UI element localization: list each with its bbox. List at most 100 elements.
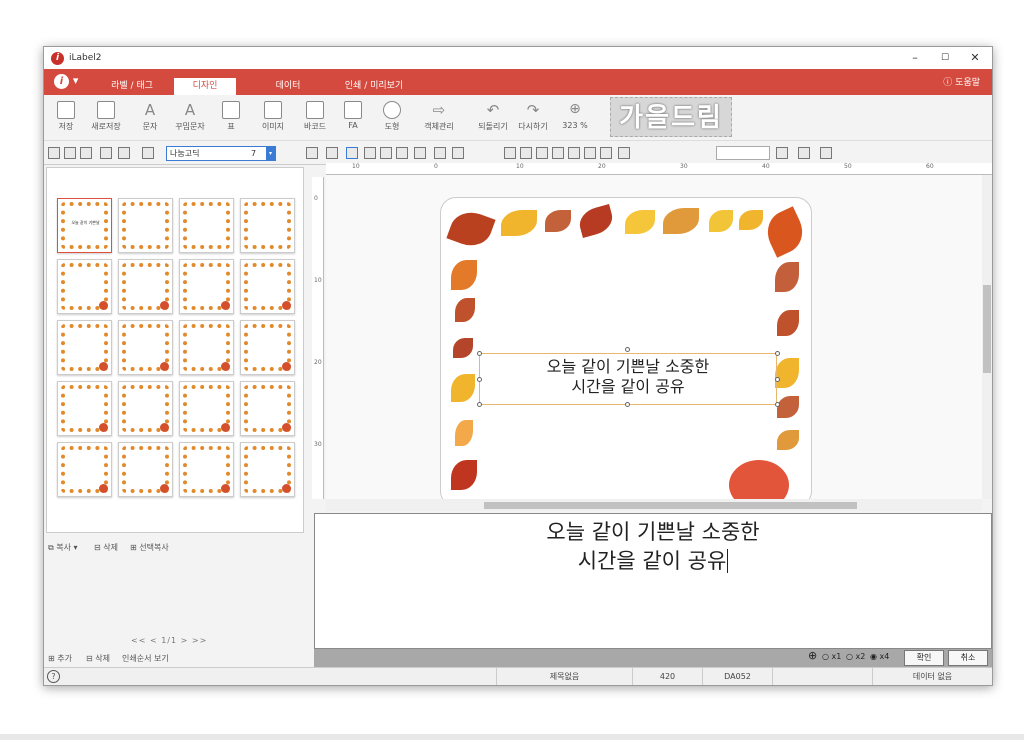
- scroll-thumb[interactable]: [983, 285, 991, 373]
- save-button[interactable]: 저장: [54, 101, 78, 132]
- clip-icon[interactable]: [80, 147, 92, 159]
- align-icon[interactable]: [142, 147, 154, 159]
- template-thumbnail[interactable]: [118, 442, 173, 497]
- pattern-icon[interactable]: [820, 147, 832, 159]
- resize-handle[interactable]: [477, 377, 482, 382]
- save-as-button[interactable]: 새로저장: [88, 101, 124, 132]
- color-select[interactable]: [716, 146, 770, 160]
- maximize-button[interactable]: ☐: [930, 47, 960, 69]
- template-thumbnail[interactable]: [57, 442, 112, 497]
- resize-handle[interactable]: [477, 351, 482, 356]
- close-button[interactable]: ✕: [960, 47, 990, 69]
- template-thumbnail[interactable]: [240, 259, 295, 314]
- tab-data[interactable]: 데이터: [268, 78, 308, 95]
- template-thumbnail[interactable]: [118, 259, 173, 314]
- italic-icon[interactable]: [364, 147, 376, 159]
- template-thumbnail[interactable]: [240, 381, 295, 436]
- resize-handle[interactable]: [775, 402, 780, 407]
- print-order-button[interactable]: 인쇄순서 보기: [122, 653, 169, 664]
- resize-handle[interactable]: [775, 377, 780, 382]
- pager[interactable]: << < 1/1 > >>: [131, 636, 207, 645]
- template-thumbnail[interactable]: [118, 381, 173, 436]
- underline-icon[interactable]: [380, 147, 392, 159]
- undo-button[interactable]: ↶ 되돌리기: [474, 101, 512, 132]
- barcode-button[interactable]: 바코드: [300, 101, 330, 132]
- tab-print-preview[interactable]: 인쇄 / 미리보기: [334, 78, 414, 95]
- font-style-icon[interactable]: [346, 147, 358, 159]
- copy-style-icon[interactable]: [118, 147, 130, 159]
- object-manage-button[interactable]: ⇨ 객체관리: [420, 101, 458, 132]
- ok-button[interactable]: 확인: [904, 650, 944, 666]
- more-icon[interactable]: [618, 147, 630, 159]
- label-page[interactable]: 오늘 같이 기쁜날 소중한 시간을 같이 공유: [440, 197, 812, 499]
- template-thumbnail[interactable]: [57, 259, 112, 314]
- border-icon[interactable]: [504, 147, 516, 159]
- arrange-icon[interactable]: [600, 147, 612, 159]
- font-size-select[interactable]: 7: [248, 146, 298, 161]
- add-button[interactable]: ⊞ 추가: [48, 653, 72, 664]
- fa-button[interactable]: FA: [342, 101, 364, 130]
- shape-button[interactable]: 도형: [378, 101, 406, 132]
- app-menu-button[interactable]: i ▾: [54, 74, 80, 90]
- zoom-x2-radio[interactable]: ○ x2: [846, 652, 865, 661]
- template-thumbnail[interactable]: [118, 320, 173, 375]
- lock-icon[interactable]: [100, 147, 112, 159]
- resize-handle[interactable]: [477, 402, 482, 407]
- fill-color-icon[interactable]: [776, 147, 788, 159]
- label-text-box[interactable]: 오늘 같이 기쁜날 소중한 시간을 같이 공유: [479, 353, 777, 405]
- redo-button[interactable]: ↷ 다시하기: [514, 101, 552, 132]
- shadow-icon[interactable]: [414, 147, 426, 159]
- delete-template-button[interactable]: ⊟ 삭제: [94, 542, 118, 553]
- border4-icon[interactable]: [552, 147, 564, 159]
- font-grow-icon[interactable]: [306, 147, 318, 159]
- text-button[interactable]: A 문자: [138, 101, 162, 132]
- cancel-button[interactable]: 취소: [948, 650, 988, 666]
- zoom-button[interactable]: ⊕ 323 %: [558, 101, 592, 130]
- effect-icon[interactable]: [452, 147, 464, 159]
- help-icon[interactable]: ?: [47, 670, 60, 683]
- template-thumbnail[interactable]: [240, 442, 295, 497]
- canvas-horizontal-scrollbar[interactable]: [326, 499, 982, 511]
- select-copy-button[interactable]: ⊞ 선택복사: [130, 542, 169, 553]
- minimize-button[interactable]: –: [900, 47, 930, 69]
- template-thumbnail[interactable]: [240, 198, 295, 253]
- text-editor[interactable]: 오늘 같이 기쁜날 소중한 시간을 같이 공유: [314, 513, 992, 649]
- border2-icon[interactable]: [520, 147, 532, 159]
- editor-content[interactable]: 오늘 같이 기쁜날 소중한 시간을 같이 공유: [315, 518, 991, 576]
- delete-page-button[interactable]: ⊟ 삭제: [86, 653, 110, 664]
- zoom-x1-radio[interactable]: ○ x1: [822, 652, 841, 661]
- direction-icon[interactable]: [434, 147, 446, 159]
- line-color-icon[interactable]: [798, 147, 810, 159]
- template-thumbnail[interactable]: [118, 198, 173, 253]
- template-thumbnail[interactable]: [179, 442, 234, 497]
- resize-handle[interactable]: [775, 351, 780, 356]
- resize-handle[interactable]: [625, 402, 630, 407]
- template-thumbnail[interactable]: [179, 381, 234, 436]
- canvas-vertical-scrollbar[interactable]: [982, 175, 992, 499]
- template-thumbnail[interactable]: [179, 320, 234, 375]
- resize-handle[interactable]: [625, 347, 630, 352]
- border3-icon[interactable]: [536, 147, 548, 159]
- tab-label-tag[interactable]: 라벨 / 태그: [102, 78, 162, 95]
- scroll-thumb[interactable]: [484, 502, 857, 509]
- fancy-text-button[interactable]: A 꾸밈문자: [172, 101, 208, 132]
- template-thumbnail[interactable]: [179, 198, 234, 253]
- rotate-icon[interactable]: [568, 147, 580, 159]
- outline-icon[interactable]: [396, 147, 408, 159]
- copy-button[interactable]: ⧉ 복사 ▾: [48, 542, 78, 553]
- template-thumbnail[interactable]: [57, 320, 112, 375]
- template-thumbnail[interactable]: [57, 381, 112, 436]
- design-canvas[interactable]: 오늘 같이 기쁜날 소중한 시간을 같이 공유: [326, 175, 982, 499]
- page-icon[interactable]: [64, 147, 76, 159]
- grid-icon[interactable]: [48, 147, 60, 159]
- zoom-x4-radio[interactable]: ◉ x4: [870, 652, 889, 661]
- template-thumbnail[interactable]: 오늘 같이 기쁜날: [57, 198, 112, 253]
- help-button[interactable]: ⓘ 도움말: [943, 75, 980, 88]
- tab-design[interactable]: 디자인: [174, 78, 236, 95]
- template-thumbnail[interactable]: [179, 259, 234, 314]
- template-thumbnail[interactable]: [240, 320, 295, 375]
- image-button[interactable]: 이미지: [258, 101, 288, 132]
- font-shrink-icon[interactable]: [326, 147, 338, 159]
- table-button[interactable]: 표: [220, 101, 242, 132]
- flip-icon[interactable]: [584, 147, 596, 159]
